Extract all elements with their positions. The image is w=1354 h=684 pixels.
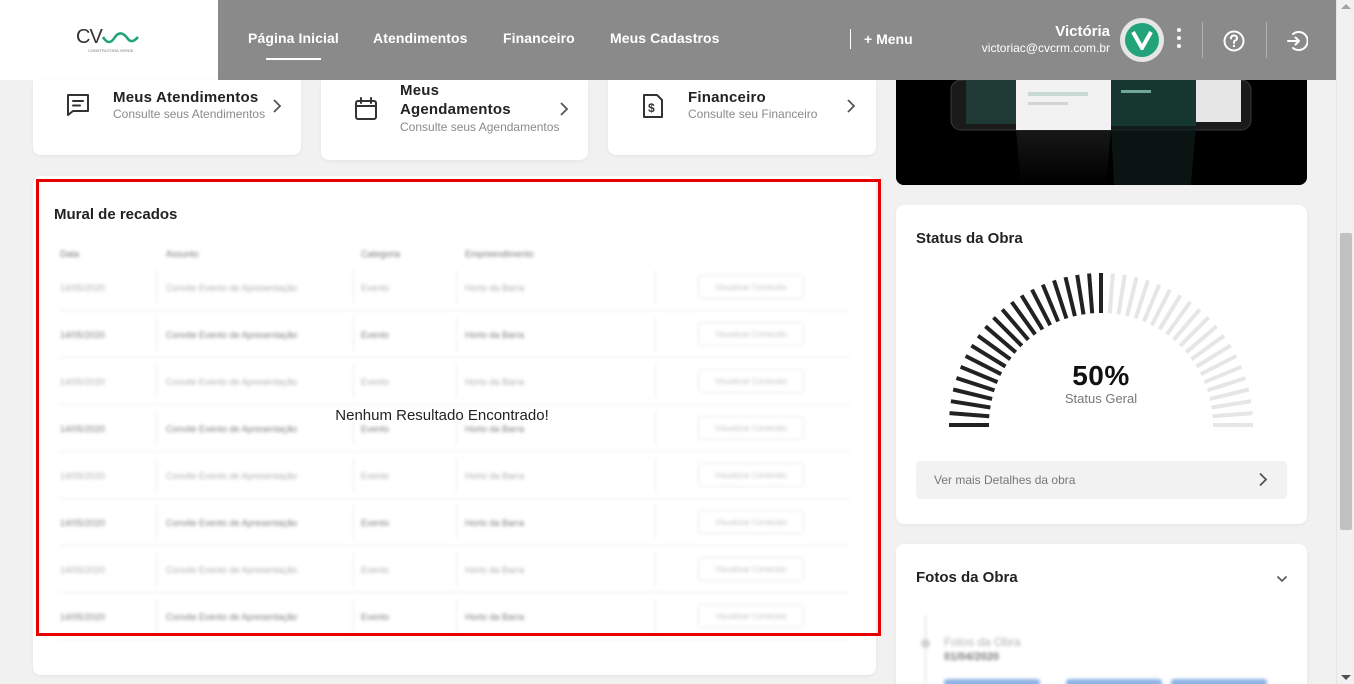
chevron-down-icon[interactable] xyxy=(1276,574,1288,584)
more-menu-button[interactable]: + Menu xyxy=(864,31,913,47)
gauge-tick-filled xyxy=(1000,308,1030,342)
gauge-tick-empty xyxy=(1116,274,1127,315)
gauge-tick-empty xyxy=(1107,273,1115,314)
finance-document-icon: $ xyxy=(643,94,663,118)
timeline-item-title: Fotos da Obra xyxy=(944,635,1021,649)
scroll-down-arrow-icon[interactable] xyxy=(1341,675,1351,680)
photo-thumbnail[interactable] xyxy=(1171,679,1267,684)
timeline-item-date: 01/04/2020 xyxy=(944,651,1000,663)
help-icon[interactable] xyxy=(1223,30,1245,52)
scrollbar-thumb[interactable] xyxy=(1340,233,1352,530)
gauge-tick-empty xyxy=(1184,324,1218,354)
details-obra-link[interactable]: Ver mais Detalhes da obra xyxy=(916,461,1287,499)
photo-thumbnail[interactable] xyxy=(944,679,1040,684)
gauge-tick-filled xyxy=(952,387,993,401)
nav-separator xyxy=(850,29,851,49)
timeline-dot xyxy=(921,639,930,648)
scroll-up-arrow-icon[interactable] xyxy=(1341,4,1351,9)
details-link-label: Ver mais Detalhes da obra xyxy=(934,473,1076,487)
status-gauge xyxy=(949,273,1253,427)
user-avatar[interactable] xyxy=(1120,18,1164,62)
calendar-icon xyxy=(355,97,377,120)
logo-tagline: CONSTRUTORA VERDE xyxy=(88,48,134,53)
timeline-line xyxy=(925,615,926,684)
gauge-tick-filled xyxy=(984,324,1018,354)
chevron-right-icon xyxy=(1259,472,1268,487)
gauge-tick-filled xyxy=(950,399,991,410)
logout-icon[interactable] xyxy=(1286,30,1308,52)
avatar-badge xyxy=(1125,23,1159,57)
nav-atendimentos[interactable]: Atendimentos xyxy=(373,30,468,46)
gauge-tick-filled xyxy=(1010,300,1037,336)
gauge-tick-empty xyxy=(1172,308,1202,342)
promo-banner-image[interactable] xyxy=(896,80,1307,185)
gauge-tick-empty xyxy=(1209,387,1250,401)
header-divider xyxy=(1202,22,1203,58)
logo-text: CV xyxy=(76,26,103,48)
status-percent: 50% xyxy=(1072,360,1130,391)
company-logo: CV CONSTRUTORA VERDE xyxy=(76,26,139,53)
gauge-tick-empty xyxy=(1165,300,1192,336)
shortcut-financeiro[interactable]: $ Financeiro Consulte seu Financeiro xyxy=(608,80,876,155)
user-name: Victória xyxy=(1055,23,1110,40)
gauge-tick-empty xyxy=(1178,316,1210,348)
message-icon xyxy=(67,94,89,116)
logo-area[interactable]: CV CONSTRUTORA VERDE xyxy=(0,0,218,80)
gauge-tick-empty xyxy=(1212,411,1253,419)
status-label: Status Geral xyxy=(1064,391,1138,406)
nav-financeiro[interactable]: Financeiro xyxy=(503,30,575,46)
page-scrollbar[interactable] xyxy=(1336,0,1354,684)
mural-highlight-outline xyxy=(36,179,881,636)
avatar-v-icon xyxy=(1131,31,1153,50)
shortcut-subtitle: Consulte seus Agendamentos xyxy=(400,120,560,134)
chevron-right-icon xyxy=(847,99,856,113)
status-obra-title: Status da Obra xyxy=(916,230,1023,247)
shortcut-subtitle: Consulte seus Atendimentos xyxy=(113,107,266,121)
photo-thumbnail[interactable] xyxy=(1066,679,1162,684)
gauge-tick-filled xyxy=(1075,274,1086,315)
app-mockup-illustration xyxy=(896,80,1307,185)
nav-meus-cadastros[interactable]: Meus Cadastros xyxy=(610,30,720,46)
shortcut-title: Meus Atendimentos xyxy=(113,89,259,106)
svg-text:$: $ xyxy=(648,101,655,115)
shortcut-title: Meus Agendamentos xyxy=(400,82,511,118)
chevron-right-icon xyxy=(560,102,569,116)
user-email: victoriac@cvcrm.com.br xyxy=(981,41,1110,55)
header-divider xyxy=(1266,22,1267,58)
shortcut-meus-atendimentos[interactable]: Meus Atendimentos Consulte seus Atendime… xyxy=(33,80,301,155)
chevron-right-icon xyxy=(273,99,282,113)
shortcut-meus-agendamentos[interactable]: Meus Agendamentos Consulte seus Agendame… xyxy=(321,80,588,160)
fotos-timeline: Fotos da Obra 01/04/2020 xyxy=(916,615,1296,684)
kebab-menu-icon[interactable] xyxy=(1175,28,1183,52)
gauge-tick-filled xyxy=(949,411,990,419)
shortcut-subtitle: Consulte seu Financeiro xyxy=(688,107,818,121)
shortcut-title: Financeiro xyxy=(688,89,766,106)
gauge-tick-filled xyxy=(992,316,1024,348)
nav-pagina-inicial[interactable]: Página Inicial xyxy=(248,30,339,60)
gauge-tick-filled xyxy=(1087,273,1095,314)
gauge-tick-empty xyxy=(1125,276,1139,317)
gauge-tick-empty xyxy=(1190,334,1226,361)
gauge-tick-filled xyxy=(976,334,1012,361)
top-navigation-bar: Página Inicial Atendimentos Financeiro M… xyxy=(218,0,1336,80)
gauge-tick-filled xyxy=(1063,276,1077,317)
fotos-obra-title: Fotos da Obra xyxy=(916,569,1018,586)
gauge-tick-empty xyxy=(1211,399,1252,410)
